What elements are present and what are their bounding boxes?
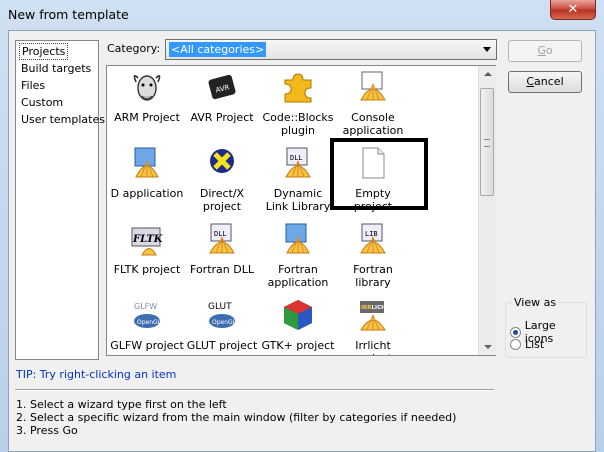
template-item[interactable]: Fortran application: [261, 222, 335, 289]
template-label: FLTK project: [113, 263, 181, 276]
template-label: Fortran DLL: [190, 263, 254, 276]
console-app-icon: [360, 71, 386, 101]
template-item[interactable]: Console application: [336, 70, 410, 137]
template-grid[interactable]: ARM Project AVR AVR Project Code::Blocks…: [106, 65, 496, 356]
template-label: ARM Project: [114, 111, 180, 124]
template-item[interactable]: GLFW OpenGL GLFW project: [110, 298, 184, 352]
template-item[interactable]: GLUT OpenGL GLUT project: [185, 298, 259, 352]
category-label: Category:: [107, 42, 161, 55]
template-label: AVR Project: [190, 111, 254, 124]
sidebar-item-build-targets[interactable]: Build targets: [19, 60, 98, 77]
cancel-button-label: Cancel: [526, 75, 564, 88]
scroll-up-arrow-icon[interactable]: [479, 66, 496, 83]
template-label: Code::Blocks plugin: [262, 111, 334, 137]
instructions: 1. Select a wizard type first on the lef…: [16, 398, 456, 437]
directx-icon: [210, 149, 234, 173]
empty-project-highlight-box: [330, 138, 428, 210]
gnu-icon: [133, 74, 161, 101]
template-item[interactable]: DLL Fortran DLL: [185, 222, 259, 276]
d-app-icon: [134, 147, 159, 178]
puzzle-icon: [284, 73, 312, 103]
template-label: GTK+ project: [261, 339, 335, 352]
template-item[interactable]: AVR AVR Project: [185, 70, 259, 124]
template-label: Console application: [342, 111, 404, 137]
template-label: GLFW project: [110, 339, 184, 352]
tip-text: TIP: Try right-clicking an item: [16, 368, 177, 381]
category-selected-value: <All categories>: [169, 42, 267, 57]
svg-text:IRRLICHT: IRRLICHT: [361, 305, 390, 311]
radio-selected-icon[interactable]: [510, 326, 521, 338]
title-bar[interactable]: New from template ✕: [0, 0, 604, 30]
sidebar-item-projects[interactable]: Projects: [19, 43, 69, 60]
template-item[interactable]: LIB Fortran library: [336, 222, 410, 289]
fortran-dll-icon-text: DLL: [214, 230, 227, 238]
view-as-group: View as Large icons List: [505, 296, 587, 358]
template-item[interactable]: D application: [110, 146, 184, 200]
fltk-icon-text: FLTK: [132, 234, 164, 245]
template-item[interactable]: FLTK FLTK project: [110, 222, 184, 276]
template-label: Irrlicht project: [354, 339, 392, 355]
fortran-dll-icon: DLL: [209, 223, 235, 254]
fortran-app-icon: [285, 223, 310, 254]
radio-label: List: [525, 338, 545, 351]
avr-chip-icon: AVR: [208, 74, 236, 100]
template-item[interactable]: DLL Dynamic Link Library: [261, 146, 335, 213]
fortran-lib-icon: LIB: [360, 223, 386, 254]
glfw-opengl-text: OpenGL: [137, 319, 162, 326]
window-title: New from template: [8, 7, 129, 22]
wizard-type-list[interactable]: Projects Build targets Files Custom User…: [15, 40, 105, 360]
sidebar-item-custom[interactable]: Custom: [19, 94, 98, 111]
template-grid-scrollbar[interactable]: [478, 66, 496, 355]
divider: [15, 389, 494, 391]
category-dropdown[interactable]: <All categories>: [165, 39, 497, 60]
dll-icon-text: DLL: [290, 154, 303, 162]
template-item[interactable]: Code::Blocks plugin: [261, 70, 335, 137]
template-item[interactable]: GTK+ project: [261, 298, 335, 352]
template-label: D application: [110, 187, 184, 200]
instruction-line: 1. Select a wizard type first on the lef…: [16, 398, 227, 411]
glut-icon: GLUT OpenGL: [208, 302, 237, 328]
template-label: Fortran application: [267, 263, 329, 289]
irrlicht-icon-text-licht: LICHT: [372, 305, 390, 311]
template-item[interactable]: ARM Project: [110, 70, 184, 124]
view-as-legend: View as: [512, 296, 559, 309]
sidebar-item-user-templates[interactable]: User templates: [19, 111, 105, 128]
go-button-label: Go: [537, 44, 553, 57]
gtk-icon: [284, 300, 312, 330]
fltk-icon: FLTK: [131, 227, 164, 256]
scroll-thumb[interactable]: [480, 88, 494, 196]
close-button[interactable]: ✕: [550, 0, 596, 20]
radio-unselected-icon[interactable]: [510, 339, 521, 350]
cancel-button[interactable]: Cancel: [508, 71, 582, 93]
go-button[interactable]: Go: [508, 40, 582, 62]
glut-icon-text: GLUT: [208, 302, 232, 312]
radio-list[interactable]: List: [510, 338, 544, 351]
instruction-line: 3. Press Go: [16, 424, 78, 437]
close-icon: ✕: [567, 2, 579, 17]
template-label: Direct/X project: [199, 187, 245, 213]
glfw-icon: GLFW OpenGL: [134, 302, 162, 328]
scroll-down-arrow-icon[interactable]: [479, 338, 496, 355]
instruction-line: 2. Select a specific wizard from the mai…: [16, 411, 457, 424]
sidebar-item-files[interactable]: Files: [19, 77, 98, 94]
template-label: GLUT project: [186, 339, 258, 352]
template-item[interactable]: Direct/X project: [185, 146, 259, 213]
template-item[interactable]: IRRLICHT Irrlicht project: [336, 298, 410, 355]
template-label: Dynamic Link Library: [265, 187, 331, 213]
irrlicht-icon: IRRLICHT: [360, 301, 390, 331]
template-label: Fortran library: [353, 263, 393, 289]
glfw-icon-text: GLFW: [134, 302, 157, 311]
dropdown-arrow-icon[interactable]: [483, 47, 491, 52]
dll-icon: DLL: [285, 147, 311, 178]
glut-opengl-text: OpenGL: [212, 319, 237, 326]
fortran-lib-icon-text: LIB: [365, 230, 378, 238]
